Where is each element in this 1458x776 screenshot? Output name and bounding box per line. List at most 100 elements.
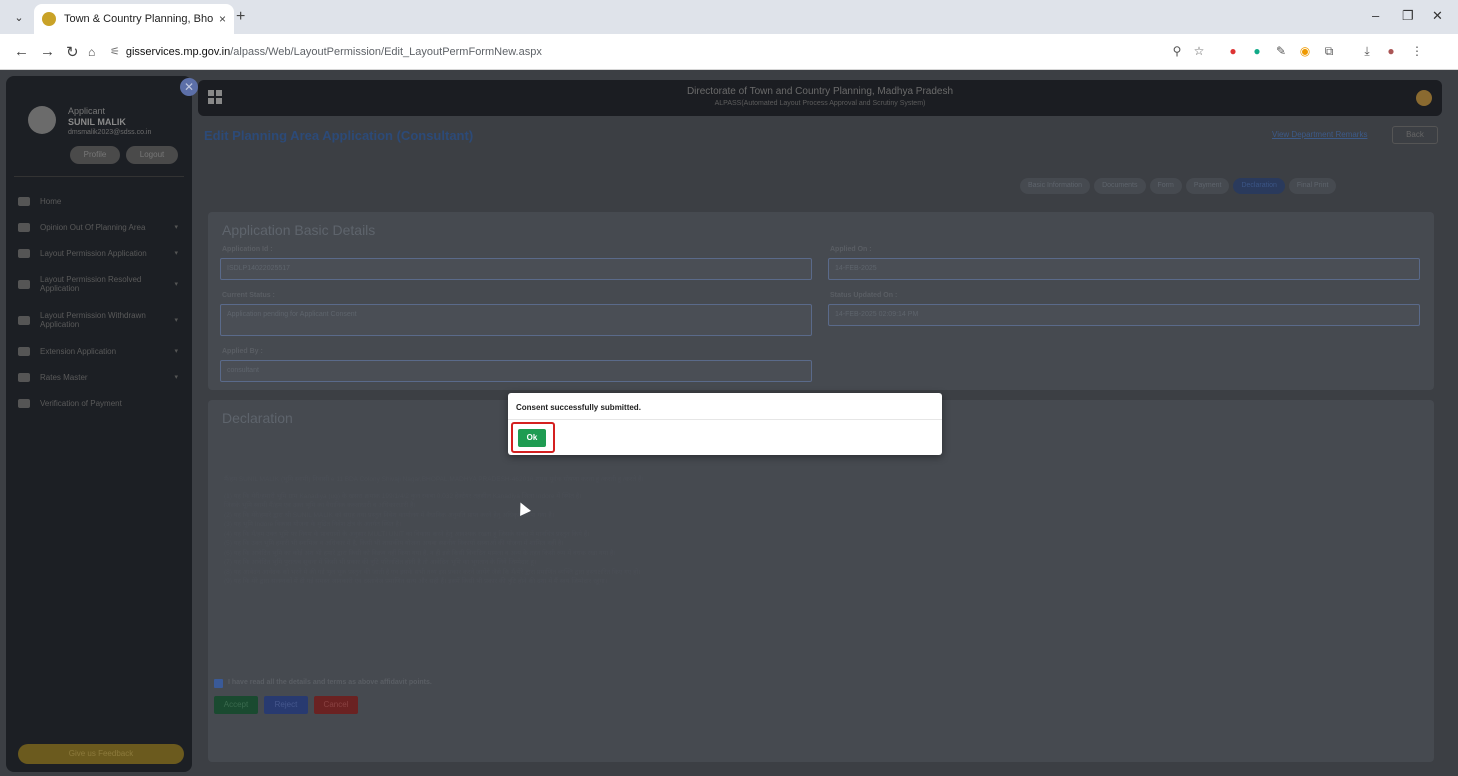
user-name: SUNIL MALIK <box>68 117 126 127</box>
sidebar-item-label: Layout Permission Withdrawn Application <box>40 311 146 329</box>
folder-icon <box>18 372 30 382</box>
sidebar-item-layout-permission[interactable]: Layout Permission Application ▾ <box>6 240 192 266</box>
minimize-icon[interactable]: – <box>1372 8 1379 23</box>
agree-label: I have read all the details and terms as… <box>228 679 432 686</box>
extension-icon[interactable]: ◉ <box>1298 44 1312 58</box>
card-title: Declaration <box>222 410 293 426</box>
card-title: Application Basic Details <box>222 222 376 238</box>
download-icon[interactable]: ⤓ <box>1360 44 1374 58</box>
extension-icon[interactable]: ● <box>1226 44 1240 58</box>
url-path: /alpass/Web/LayoutPermission/Edit_Layout… <box>230 46 542 58</box>
sidebar-item-label: Verification of Payment <box>40 398 122 408</box>
accept-button[interactable]: Accept <box>214 696 258 714</box>
browser-tab[interactable]: Town & Country Planning, Bhop × <box>34 4 234 34</box>
cancel-button[interactable]: Cancel <box>314 696 358 714</box>
tab-payment[interactable]: Payment <box>1185 178 1230 194</box>
menu-dots-icon[interactable]: ⋮ <box>1410 44 1424 58</box>
home-icon[interactable]: ⌂ <box>88 45 95 59</box>
bookmark-star-icon[interactable]: ☆ <box>1192 44 1206 58</box>
declaration-line: (4) यह कि मैं/हम उक्त भूमि पर नियम के प्… <box>224 530 590 538</box>
chevron-down-icon: ▾ <box>174 374 178 381</box>
close-sidebar-icon[interactable]: ✕ <box>180 78 198 96</box>
extension-icon[interactable]: ● <box>1250 44 1264 58</box>
site-info-icon[interactable]: ⚟ <box>110 46 120 58</box>
folder-icon <box>18 222 30 232</box>
tab-form[interactable]: Form <box>1149 178 1182 194</box>
declaration-line: (7) यह कि आवेदित भूमि पुरातत्व सूचना में… <box>224 559 537 566</box>
folder-icon <box>18 279 30 289</box>
dialog-message: Consent successfully submitted. <box>516 403 641 412</box>
declaration-line: (6) यह कि आवेदित भूमि का कोई अंश भी हमार… <box>224 549 616 557</box>
declaration-line: (5) यह कि उक्त भूमि हमारी भी स्वामित्व व… <box>224 540 564 547</box>
reject-button[interactable]: Reject <box>264 696 308 714</box>
tab-close-icon[interactable]: × <box>219 12 226 26</box>
browser-toolbar: ← → ↻ ⌂ ⚟ gisservices.mp.gov.in/alpass/We… <box>0 34 1458 70</box>
agree-checkbox[interactable] <box>214 679 223 688</box>
folder-icon <box>18 248 30 258</box>
close-window-icon[interactable]: ✕ <box>1432 8 1443 24</box>
tab-final-print[interactable]: Final Print <box>1288 178 1337 194</box>
application-id-label: Application Id : <box>222 246 273 253</box>
avatar <box>28 106 56 134</box>
application-id-field[interactable]: ISDLP14022025517 <box>220 258 812 280</box>
applied-on-field[interactable]: 14-FEB-2025 <box>828 258 1420 280</box>
tab-documents[interactable]: Documents <box>1094 178 1146 194</box>
view-remarks-link[interactable]: View Department Remarks <box>1272 130 1367 139</box>
sidebar-item-label: Layout Permission Resolved Application <box>40 275 142 293</box>
profile-icon[interactable]: ● <box>1384 44 1398 58</box>
declaration-text: मैं/हम SUNIL MALIK (भूमि स्वामी) निवासी … <box>224 476 1414 588</box>
tab-declaration[interactable]: Declaration <box>1233 178 1285 194</box>
divider <box>508 419 942 420</box>
header-subtitle: ALPASS(Automated Layout Process Approval… <box>714 100 926 107</box>
ok-button[interactable]: Ok <box>518 429 546 447</box>
user-role: Applicant <box>68 106 106 116</box>
restore-icon[interactable]: ❐ <box>1402 8 1414 24</box>
reload-icon[interactable]: ↻ <box>66 43 79 61</box>
sidebar-item-verification[interactable]: Verification of Payment <box>6 390 192 416</box>
sidebar-item-opinion[interactable]: Opinion Out Of Planning Area ▾ <box>6 214 192 240</box>
declaration-line: (8) यह आवेदन आवेदक को भरने में की गई भूल… <box>224 568 641 576</box>
basic-details-card: Application Basic Details Application Id… <box>208 212 1434 390</box>
sidebar-item-label: Rates Master <box>40 372 88 382</box>
sidebar-item-rates[interactable]: Rates Master ▾ <box>6 364 192 390</box>
extensions-puzzle-icon[interactable]: ⧉ <box>1322 44 1336 58</box>
back-icon[interactable]: ← <box>14 43 29 60</box>
chevron-down-icon: ▾ <box>174 224 178 231</box>
step-tabs: Basic Information Documents Form Payment… <box>1020 178 1337 194</box>
chevron-down-icon: ▾ <box>174 317 178 324</box>
zoom-icon[interactable]: ⚲ <box>1170 44 1184 58</box>
declaration-intro: मैं/हम SUNIL MALIK (भूमि स्वामी) निवासी … <box>224 476 644 483</box>
new-tab-icon[interactable]: + <box>236 8 245 26</box>
sidebar-item-home[interactable]: Home <box>6 188 192 214</box>
forward-icon[interactable]: → <box>40 43 55 60</box>
url-bar[interactable]: ⚟ gisservices.mp.gov.in/alpass/Web/Layout… <box>100 40 1160 64</box>
sidebar-item-resolved[interactable]: Layout Permission Resolved Application ▾ <box>6 266 192 302</box>
applied-by-field[interactable]: consultant <box>220 360 812 382</box>
sidebar-item-label: Layout Permission Application <box>40 248 147 258</box>
status-updated-field[interactable]: 14-FEB-2025 02:09:14 PM <box>828 304 1420 326</box>
status-updated-label: Status Updated On : <box>830 292 898 299</box>
tab-title: Town & Country Planning, Bhop <box>64 13 213 25</box>
extension-icon[interactable]: ✎ <box>1274 44 1288 58</box>
sidebar-item-label: Extension Application <box>40 346 117 356</box>
logout-button[interactable]: Logout <box>126 146 178 164</box>
tab-search-icon[interactable]: ⌄ <box>10 9 28 27</box>
declaration-line: (3) यह भूमि Indore विकास योजना के मुद्रि… <box>224 521 402 528</box>
top-header: Directorate of Town and Country Planning… <box>198 80 1442 116</box>
chevron-down-icon: ▾ <box>174 250 178 257</box>
divider <box>14 176 184 177</box>
site-favicon-icon <box>42 12 56 26</box>
header-title: Directorate of Town and Country Planning… <box>686 86 954 97</box>
applied-on-label: Applied On : <box>830 246 872 253</box>
profile-button[interactable]: Profile <box>70 146 120 164</box>
back-button[interactable]: Back <box>1392 126 1438 144</box>
declaration-line: जिसके भूमि स्वामी मैं/हम एवं उक्त भूमि क… <box>224 502 416 509</box>
user-menu-icon[interactable] <box>1416 90 1432 106</box>
sidebar-item-withdrawn[interactable]: Layout Permission Withdrawn Application ▾ <box>6 302 192 338</box>
sidebar-item-extension[interactable]: Extension Application ▾ <box>6 338 192 364</box>
current-status-field[interactable]: Application pending for Applicant Consen… <box>220 304 812 336</box>
feedback-button[interactable]: Give us Feedback <box>18 744 184 764</box>
chevron-down-icon: ▾ <box>174 281 178 288</box>
tab-basic-information[interactable]: Basic Information <box>1020 178 1091 194</box>
declaration-line: (9) यह कि मेरे द्वारा संलग्नकों में दी ग… <box>224 578 608 585</box>
